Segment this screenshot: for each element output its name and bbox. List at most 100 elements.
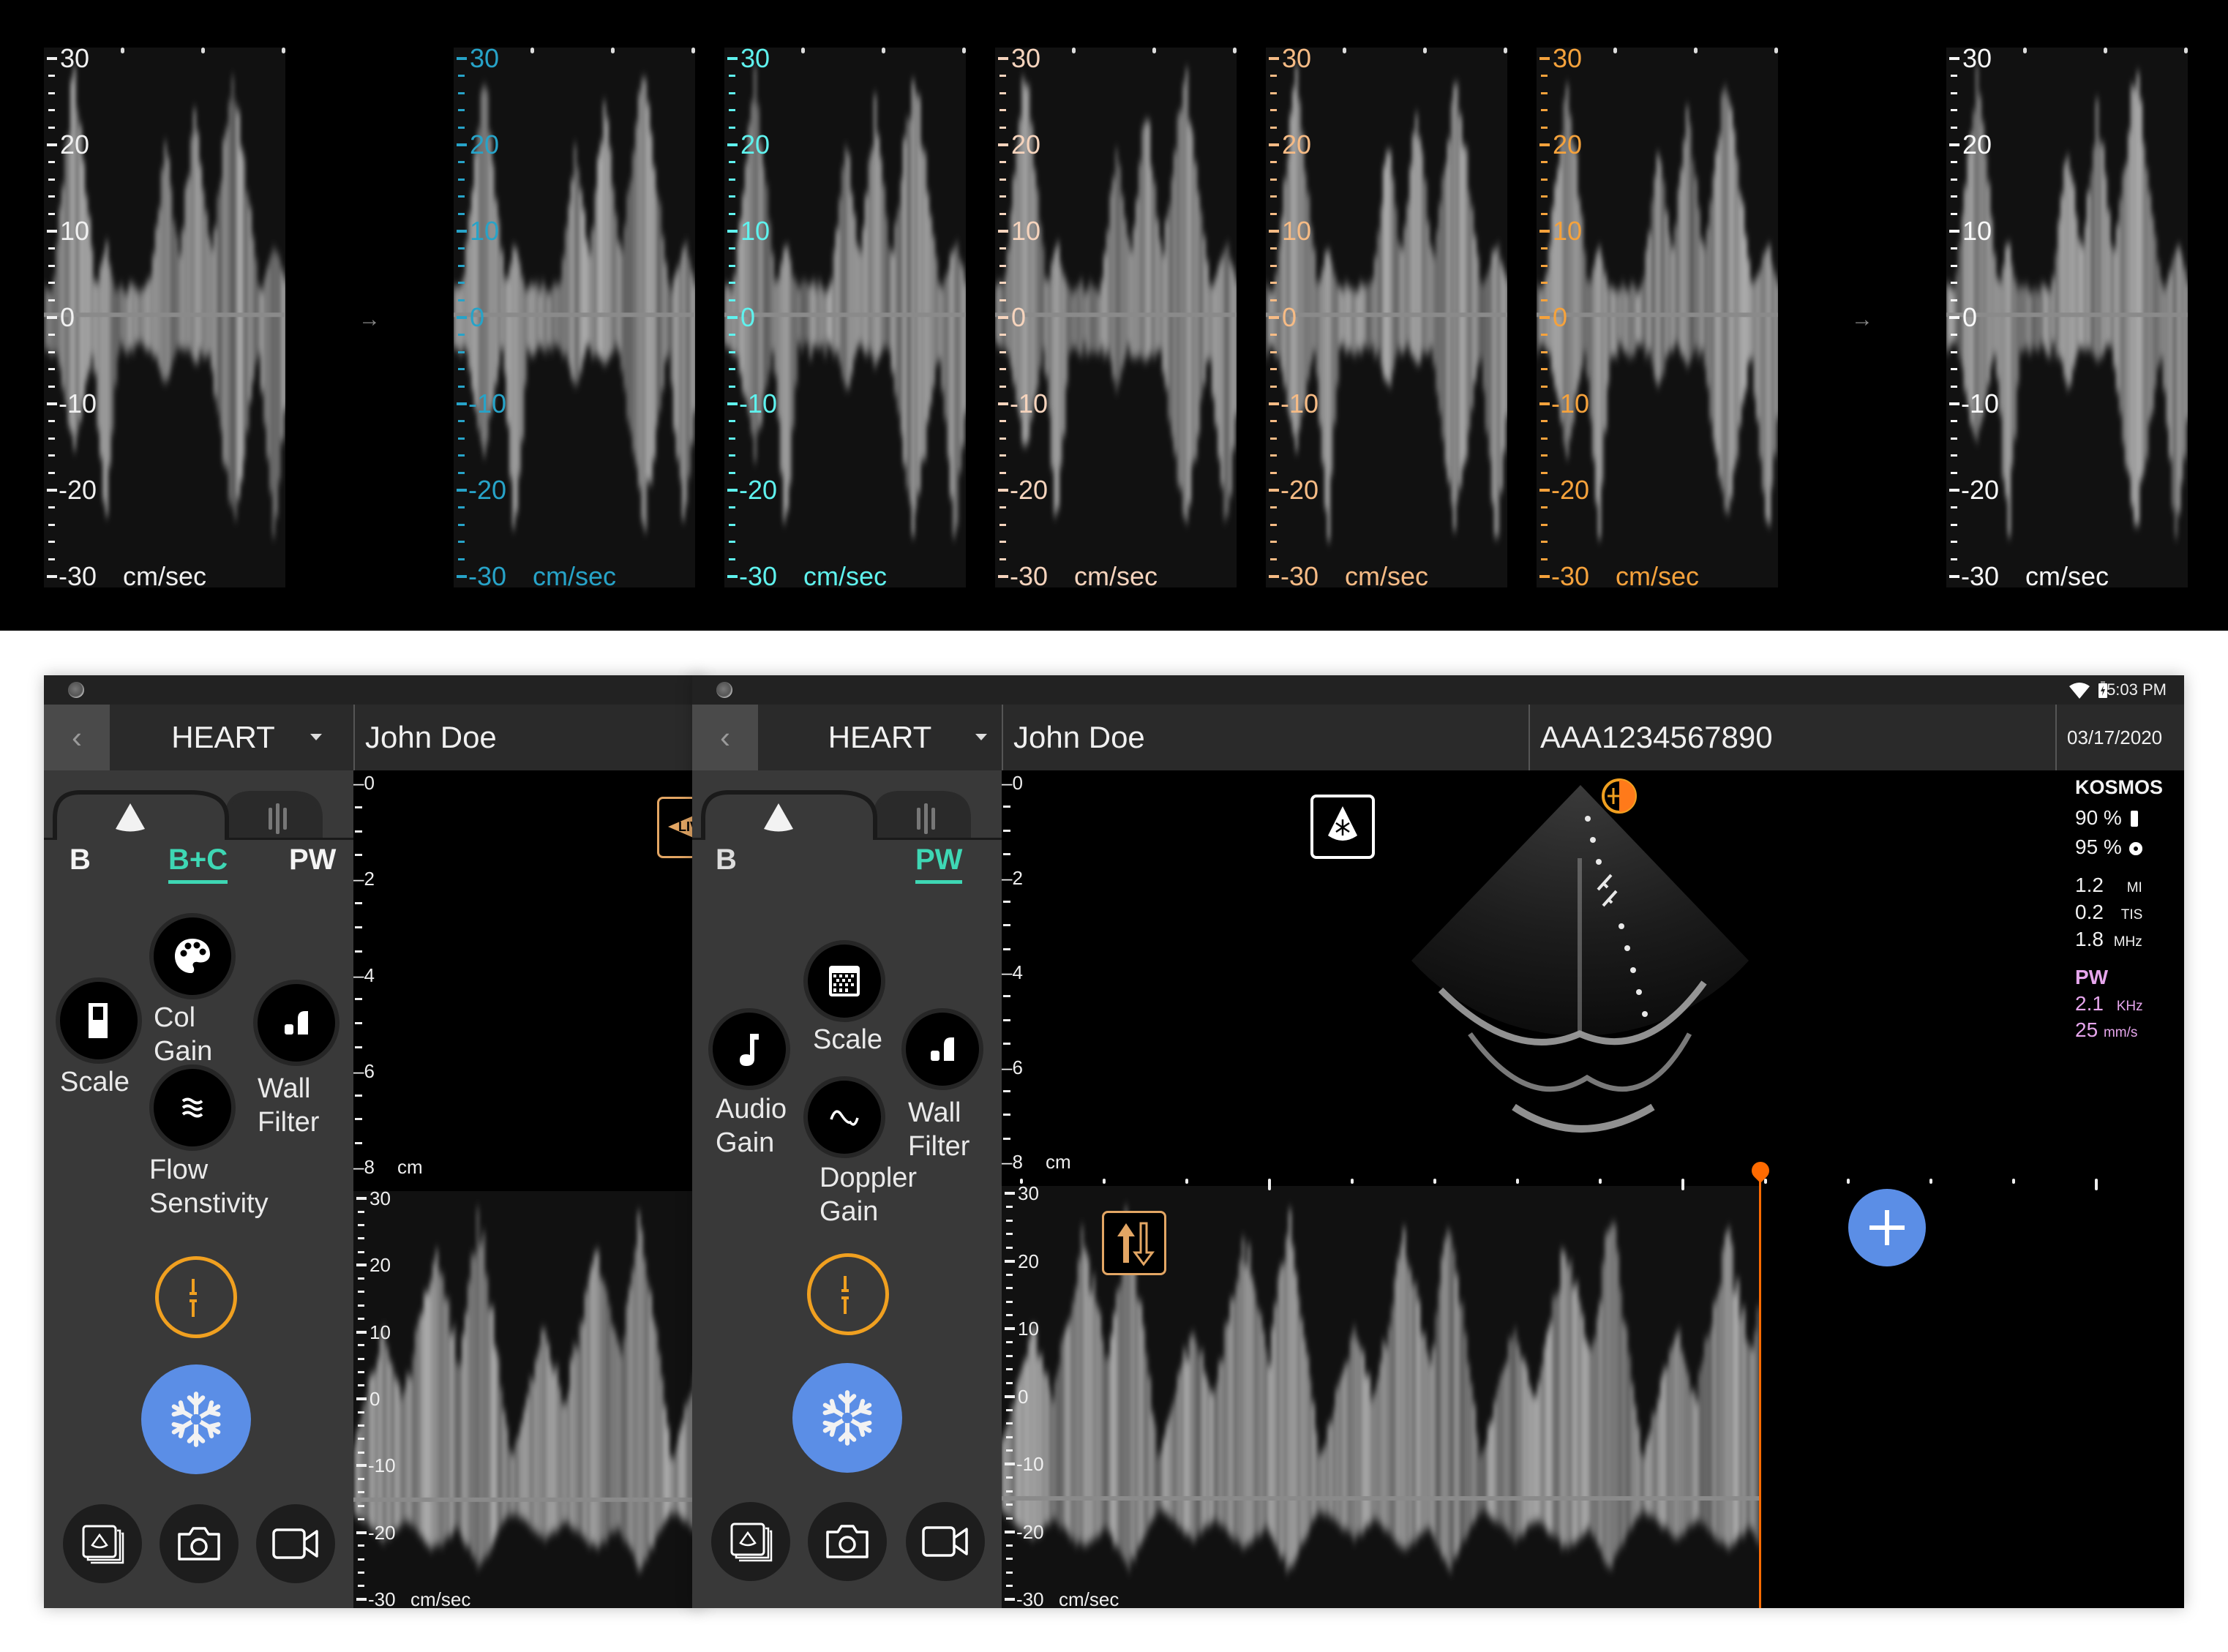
tab-doppler[interactable] — [225, 791, 323, 840]
caret-down-icon — [310, 734, 322, 740]
patient-id-field[interactable]: AAA1234567890 — [1529, 705, 2055, 770]
scale-major-tick — [1269, 402, 1279, 405]
camera-icon — [68, 682, 84, 698]
scale-major-tick — [1539, 230, 1550, 233]
scale-tick-label: 30 — [470, 43, 500, 73]
tab-doppler[interactable] — [873, 791, 971, 840]
depth-minor-tick — [355, 854, 362, 857]
scale-minor-tick — [1541, 91, 1548, 94]
time-marker-dot — [1072, 48, 1076, 53]
scale-major-tick — [1539, 575, 1550, 578]
scale-major-tick — [998, 230, 1008, 233]
scale-minor-tick — [358, 1304, 364, 1307]
scale-tick-label: -20 — [1961, 475, 2000, 505]
scale-minor-tick — [48, 264, 55, 267]
patient-name-field[interactable]: John Doe — [353, 705, 702, 770]
scale-button[interactable] — [56, 977, 142, 1064]
b-mode-image-area: –0 –2 –4 –6 –8 cm — [1002, 770, 2184, 1186]
scale-major-tick — [457, 143, 467, 146]
scale-tick-label: -20 — [368, 1521, 396, 1544]
col-gain-button[interactable] — [149, 913, 236, 999]
scale-minor-tick — [458, 264, 465, 267]
scale-minor-tick — [1951, 126, 1957, 129]
record-video-button[interactable] — [906, 1502, 985, 1581]
scale-minor-tick — [999, 178, 1006, 181]
mode-b[interactable]: B — [716, 844, 737, 876]
capture-image-button[interactable] — [160, 1504, 239, 1583]
scale-minor-tick — [458, 368, 465, 371]
wall-filter-button[interactable] — [253, 980, 340, 1066]
wall-filter-button[interactable] — [901, 1008, 983, 1090]
scale-minor-tick — [1006, 1273, 1013, 1276]
scale-minor-tick — [1541, 523, 1548, 526]
back-button[interactable]: ‹ — [44, 705, 110, 770]
depth-minor-tick — [1003, 995, 1010, 998]
scale-major-tick — [1005, 1530, 1015, 1533]
scale-minor-tick — [1270, 557, 1277, 560]
scale-minor-tick — [999, 195, 1006, 198]
scale-minor-tick — [358, 1517, 364, 1520]
scale-tick-label: -10 — [739, 388, 778, 418]
scale-minor-tick — [358, 1504, 364, 1507]
scale-minor-tick — [729, 506, 735, 509]
scale-minor-tick — [458, 385, 465, 388]
sweep-row: 25 mm/s — [2075, 1018, 2178, 1042]
scale-tick-label: -20 — [59, 475, 97, 505]
scale-minor-tick — [1951, 161, 1957, 164]
mode-pw[interactable]: PW — [289, 844, 336, 876]
time-marker-dot — [2104, 48, 2107, 53]
time-marker-dot — [1233, 48, 1237, 53]
scale-major-tick — [727, 57, 738, 60]
gallery-button[interactable] — [63, 1504, 142, 1583]
scale-minor-tick — [1951, 420, 1957, 423]
scale-major-tick — [47, 575, 57, 578]
time-marker-dot — [2184, 48, 2188, 53]
freeze-button[interactable] — [792, 1363, 902, 1473]
scale-minor-tick — [48, 282, 55, 285]
gate-button[interactable] — [155, 1256, 237, 1338]
depth-minor-tick — [1003, 829, 1010, 832]
prf-row: 2.1 KHz — [2075, 992, 2178, 1018]
mode-bc[interactable]: B+C — [168, 844, 228, 884]
freeze-button[interactable] — [141, 1364, 251, 1474]
record-video-button[interactable] — [256, 1504, 335, 1583]
scale-minor-tick — [1951, 541, 1957, 544]
chevron-left-icon: ‹ — [720, 720, 730, 754]
scale-minor-tick — [999, 385, 1006, 388]
scale-major-tick — [1269, 575, 1279, 578]
sweep-cursor[interactable] — [1759, 1180, 1761, 1608]
preset-dropdown[interactable]: HEART — [758, 705, 1002, 770]
doppler-gain-button[interactable] — [803, 1076, 885, 1158]
scale-tick-label: -30 — [468, 561, 507, 591]
scale-minor-tick — [458, 506, 465, 509]
scale-minor-tick — [729, 334, 735, 337]
flow-sensitivity-button[interactable] — [149, 1065, 236, 1151]
patient-name-field[interactable]: John Doe — [1002, 705, 1529, 770]
preset-dropdown[interactable]: HEART — [110, 705, 337, 770]
timeline-tick — [1020, 1179, 1023, 1184]
scale-tick-label: 20 — [1962, 129, 1992, 159]
scale-major-tick — [1949, 143, 1959, 146]
gate-button[interactable] — [807, 1253, 889, 1335]
scale-tick-label: 30 — [1553, 43, 1583, 73]
invert-button[interactable] — [1102, 1211, 1166, 1275]
freq-unit: MHz — [2113, 934, 2142, 950]
timeline-ruler — [1002, 1179, 2184, 1190]
scale-major-tick — [356, 1464, 367, 1468]
capture-image-button[interactable] — [808, 1502, 887, 1581]
back-button[interactable]: ‹ — [692, 705, 758, 770]
scale-minor-tick — [458, 126, 465, 129]
scale-minor-tick — [1270, 91, 1277, 94]
audio-gain-button[interactable] — [708, 1008, 790, 1090]
mode-b[interactable]: B — [70, 844, 91, 876]
gallery-button[interactable] — [711, 1502, 790, 1581]
mode-selector: B B+C PW — [44, 844, 353, 887]
scale-minor-tick — [1006, 1558, 1013, 1560]
depth-minor-tick — [355, 926, 362, 928]
header-bar: ‹ HEART John Doe AAA1234567890 03/17/202… — [692, 705, 2184, 770]
scale-minor-tick — [48, 557, 55, 560]
scale-button[interactable] — [803, 940, 885, 1022]
add-measurement-button[interactable] — [1848, 1189, 1926, 1266]
mode-pw[interactable]: PW — [915, 844, 963, 884]
scale-minor-tick — [1006, 1341, 1013, 1343]
